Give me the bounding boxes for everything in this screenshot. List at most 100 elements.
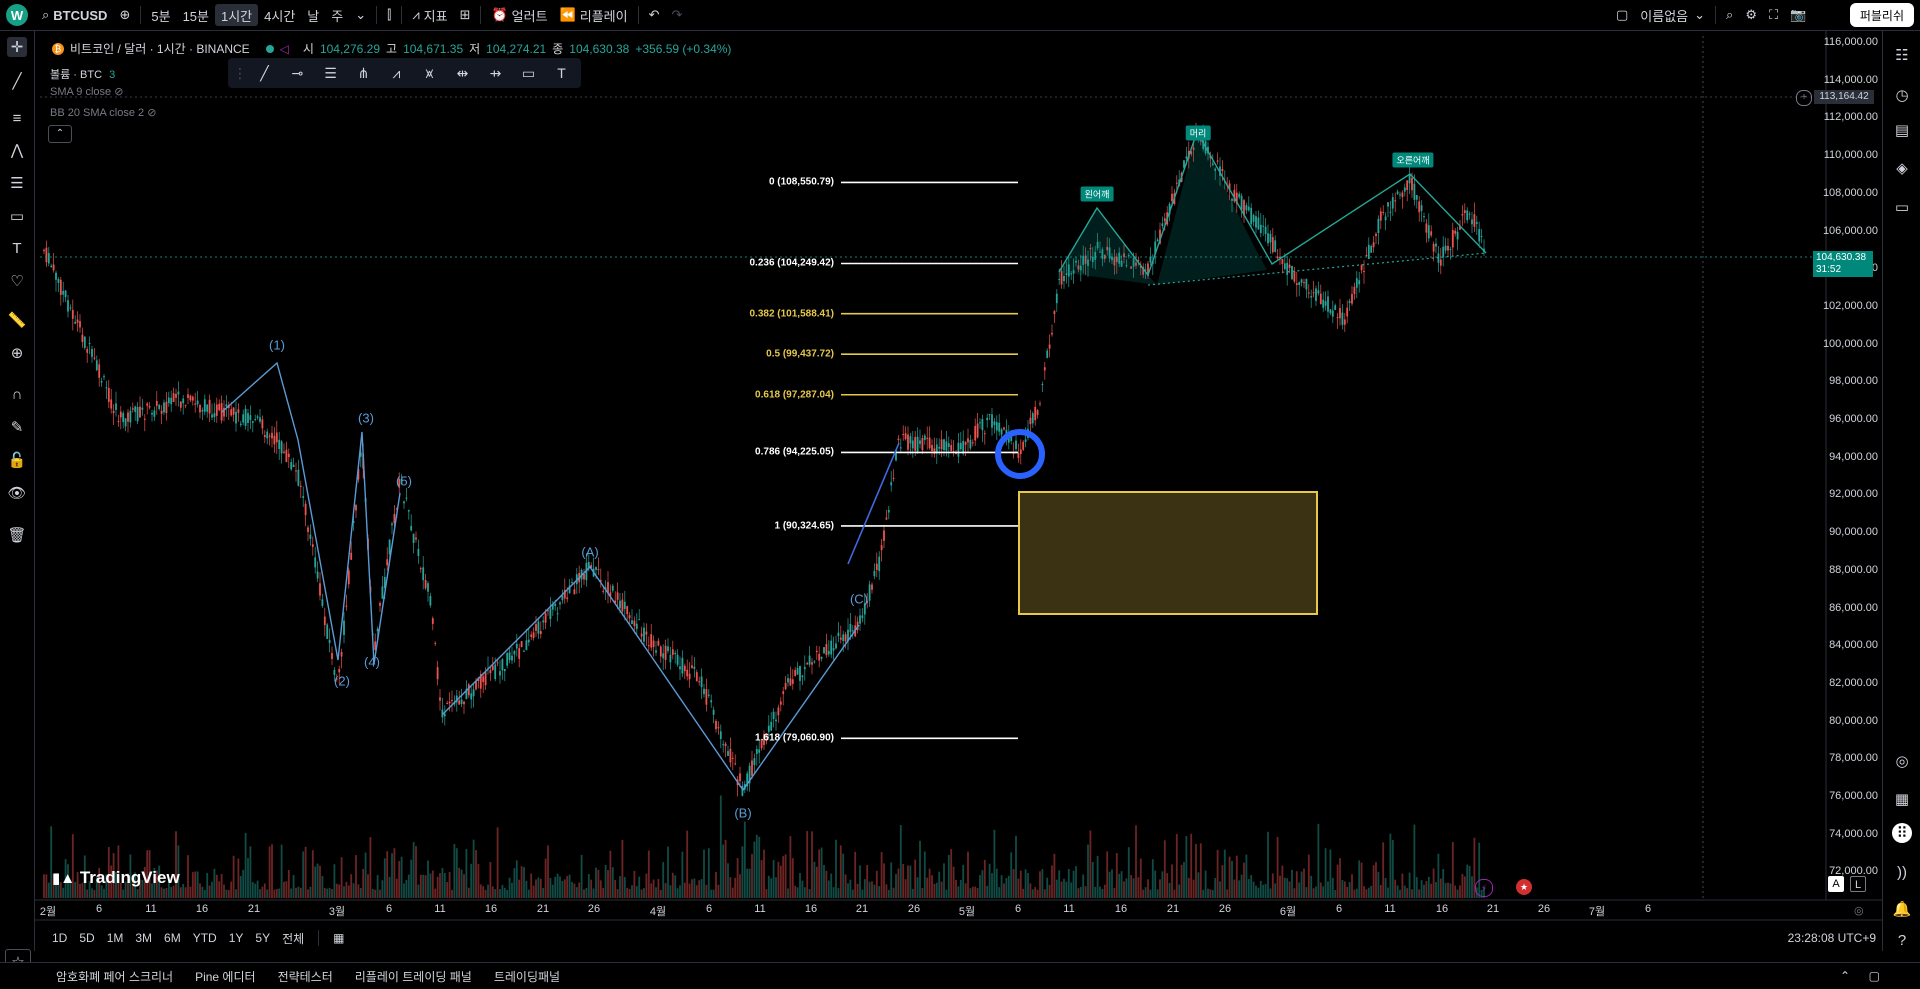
- volume-bar: [604, 864, 607, 898]
- collapse-panel-button[interactable]: ⌃: [1840, 969, 1850, 983]
- sma-indicator-legend[interactable]: SMA 9 close ⊘: [50, 85, 123, 98]
- volume-bar: [189, 886, 192, 898]
- range-icon[interactable]: ⇹: [450, 62, 475, 84]
- panel-replay-trading[interactable]: 리플레이 트레이딩 패널: [344, 968, 483, 985]
- bb-indicator-legend[interactable]: BB 20 SMA close 2 ⊘: [50, 106, 156, 119]
- volume-bar: [580, 854, 583, 898]
- volume-bar: [1279, 875, 1281, 898]
- us-flag-icon[interactable]: ★: [1516, 879, 1532, 895]
- volume-bar: [1195, 843, 1197, 898]
- candle-body: [266, 431, 269, 439]
- head-label: 머리: [1185, 125, 1211, 141]
- range-3m[interactable]: 3M: [129, 931, 158, 945]
- bb-label: BB 20 SMA close 2: [50, 107, 145, 119]
- time-tick-label: 11: [1063, 903, 1075, 915]
- panel-crypto-screener[interactable]: 암호화폐 페어 스크리너: [45, 968, 184, 985]
- volume-bar: [1245, 854, 1248, 898]
- highlight-circle[interactable]: [995, 429, 1045, 479]
- price-tick-label: 100,000.00: [1822, 337, 1878, 350]
- candle-body: [1298, 282, 1301, 286]
- clock[interactable]: 23:28:08 UTC+9: [1788, 931, 1876, 945]
- trendline-icon[interactable]: ╱: [252, 62, 277, 84]
- date-range-icon[interactable]: ⇸: [483, 62, 508, 84]
- candle-body: [316, 571, 319, 579]
- text-icon[interactable]: T: [549, 62, 574, 84]
- fib-retracement[interactable]: [841, 181, 1018, 740]
- drag-handle-icon[interactable]: ⋮: [233, 62, 247, 84]
- volume-bar: [482, 886, 485, 898]
- abc-wave-icon[interactable]: ⩙: [417, 62, 442, 84]
- range-5y[interactable]: 5Y: [249, 931, 276, 945]
- volume-bar: [290, 888, 293, 898]
- price-tick-label: 78,000.00: [1829, 752, 1878, 765]
- range-1y[interactable]: 1Y: [223, 931, 250, 945]
- volume-bar: [551, 884, 554, 898]
- fib-icon[interactable]: ☰: [318, 62, 343, 84]
- add-alert-button[interactable]: +: [1796, 90, 1812, 106]
- range-ytd[interactable]: YTD: [187, 931, 223, 945]
- volume-bar: [1259, 880, 1262, 898]
- volume-bar: [1331, 877, 1334, 898]
- auto-scale-button[interactable]: A: [1828, 876, 1844, 892]
- volume-bar: [616, 889, 619, 898]
- price-tick-label: 116,000.00: [1823, 36, 1878, 48]
- elliott-impulse-wave[interactable]: [221, 361, 401, 665]
- elliott-wave-icon[interactable]: ⩘: [384, 62, 409, 84]
- volume-bar: [597, 869, 600, 898]
- close-value: 104,630.38: [569, 41, 630, 56]
- time-axis-settings-button[interactable]: ◎: [1854, 904, 1864, 917]
- volume-indicator-legend[interactable]: 볼륨 · BTC 3: [50, 66, 115, 82]
- volume-bar: [566, 875, 569, 898]
- candle-body: [69, 307, 72, 309]
- legend-title[interactable]: 비트코인 / 달러 · 1시간 · BINANCE: [70, 40, 250, 57]
- volume-bar: [712, 889, 715, 898]
- candle-body: [1334, 305, 1337, 310]
- lightning-icon[interactable]: ⚡: [1475, 879, 1493, 897]
- candle-body: [201, 409, 204, 412]
- log-scale-button[interactable]: L: [1850, 876, 1866, 892]
- candle-body: [436, 667, 439, 680]
- volume-bar: [307, 889, 309, 898]
- volume-bar: [1123, 881, 1125, 898]
- pitchfork-icon[interactable]: ⋔: [351, 62, 376, 84]
- volume-bar: [1067, 869, 1070, 898]
- range-5d[interactable]: 5D: [73, 931, 100, 945]
- volume-bar: [355, 855, 357, 898]
- tradingview-logo[interactable]: ▮▲ TradingView: [52, 868, 180, 888]
- panel-trading[interactable]: 트레이딩패널: [483, 968, 571, 985]
- candle-body: [141, 407, 144, 410]
- range-all[interactable]: 전체: [276, 930, 310, 947]
- maximize-panel-button[interactable]: ▢: [1869, 969, 1880, 983]
- range-1m[interactable]: 1M: [101, 931, 130, 945]
- volume-bar: [415, 846, 417, 898]
- price-axis[interactable]: 116,000.00 114,000.00 112,000.00 110,000.00…: [1822, 31, 1882, 901]
- candle-body: [1262, 225, 1265, 227]
- range-6m[interactable]: 6M: [158, 931, 187, 945]
- volume-bar: [1293, 888, 1296, 898]
- volume-bar: [1303, 868, 1305, 898]
- time-tick-label: 16: [195, 903, 209, 915]
- price-chart[interactable]: [0, 0, 1920, 988]
- volume-bar: [935, 882, 938, 898]
- panel-strategy-tester[interactable]: 전략테스터: [267, 968, 344, 985]
- time-tick-label: 5월: [958, 906, 976, 918]
- horizontal-ray-icon[interactable]: ⊸: [285, 62, 310, 84]
- volume-bar: [796, 887, 799, 898]
- price-tick-label: 76,000.00: [1829, 790, 1878, 802]
- candle-body: [940, 439, 943, 450]
- panel-pine-editor[interactable]: Pine 에디터: [184, 968, 266, 985]
- range-1d[interactable]: 1D: [46, 931, 73, 945]
- candle-body: [115, 403, 117, 410]
- volume-bar: [436, 876, 439, 898]
- goto-date-button[interactable]: ▦: [327, 931, 350, 945]
- projection-line[interactable]: [847, 442, 900, 565]
- rectangle-icon[interactable]: ▭: [516, 62, 541, 84]
- candle-body: [412, 533, 415, 544]
- candle-body: [1012, 453, 1015, 455]
- collapse-legend-button[interactable]: ⌃: [48, 125, 72, 143]
- target-zone-box[interactable]: [1018, 491, 1318, 615]
- volume-bar: [1322, 886, 1325, 898]
- candle-body: [1305, 279, 1308, 290]
- volume-bar: [1250, 875, 1253, 898]
- time-axis[interactable]: 2월 6 11 16 21 3월 6 11 16 21 26 4월 6 11 16 21 26 5월 6 11 16 21…: [34, 901, 1882, 919]
